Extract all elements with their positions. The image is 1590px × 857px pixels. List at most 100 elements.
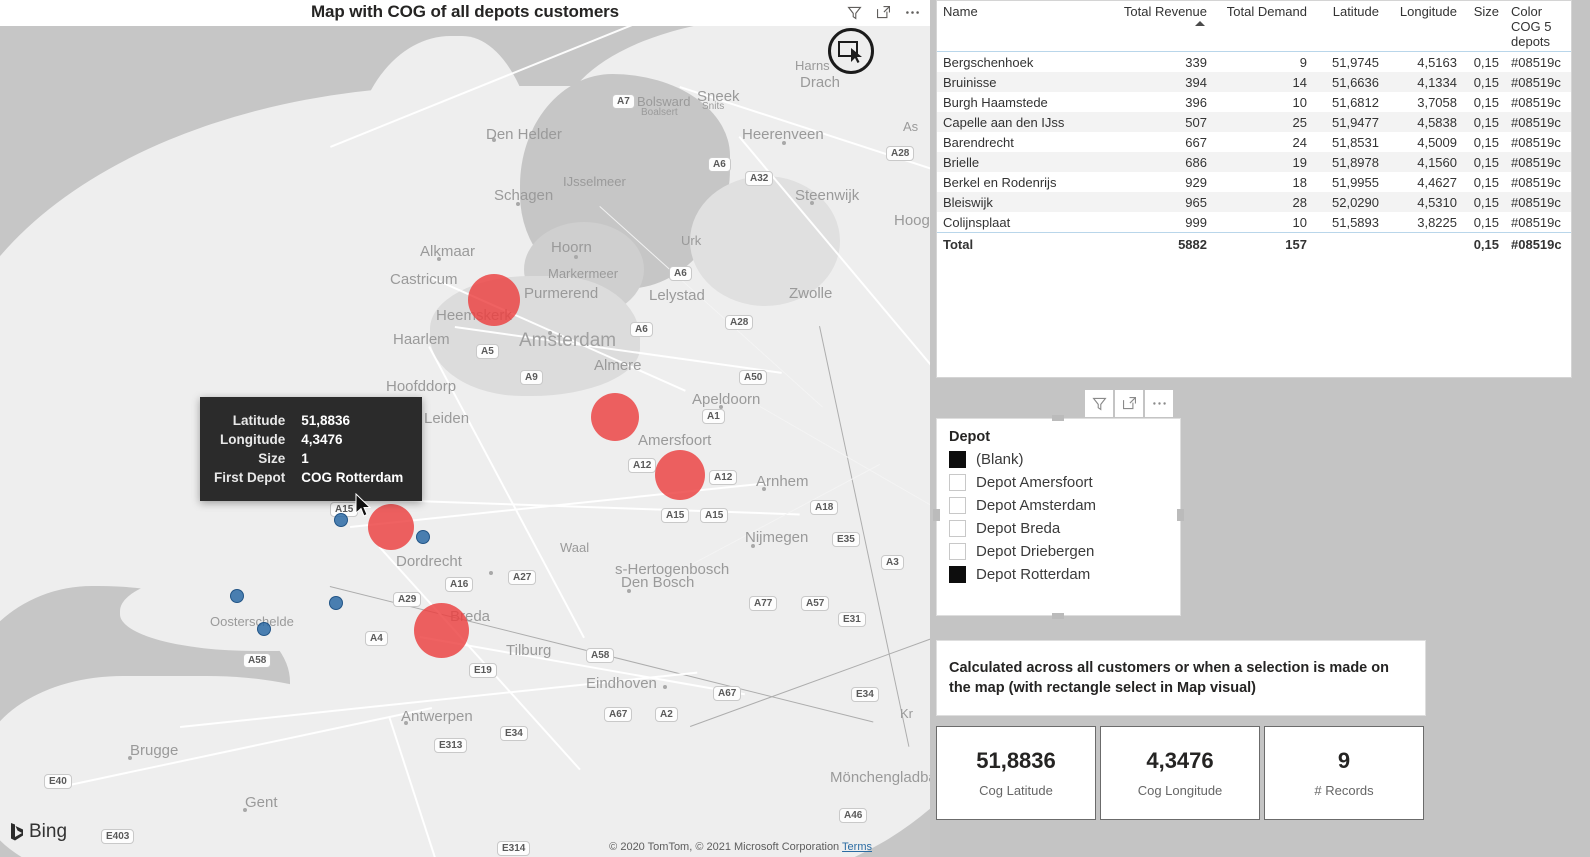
map-city-label: Kr xyxy=(900,706,913,721)
map-visual[interactable]: Map with COG of all depots customers Den… xyxy=(0,0,930,857)
map-road-shield: A32 xyxy=(745,171,774,186)
map-city-label: Amsterdam xyxy=(519,330,617,351)
depot-slicer-visual[interactable]: Depot (Blank) Depot Amersfoort Depot Amste… xyxy=(933,415,1184,619)
map-road-shield: A77 xyxy=(749,596,778,611)
slicer-item[interactable]: Depot Driebergen xyxy=(949,540,1168,563)
map-city-label: Lelystad xyxy=(649,287,705,304)
kpi-card-label: Cog Latitude xyxy=(979,783,1053,798)
table-cell-total-revenue: 394 xyxy=(1105,72,1213,92)
checkbox-checked-icon[interactable] xyxy=(949,566,966,583)
table-column-header-label: Color COG 5 depots xyxy=(1511,4,1552,49)
table-cell-latitude: 51,6636 xyxy=(1313,72,1385,92)
map-city-label: Harns xyxy=(795,58,830,73)
table-cell-size: 0,15 xyxy=(1473,54,1499,70)
table-column-header[interactable]: Name xyxy=(937,1,1105,52)
kpi-card[interactable]: 4,3476 Cog Longitude xyxy=(1100,726,1260,820)
table-row[interactable]: Brielle 686 19 51,8978 4,1560 0,15 #08519c xyxy=(937,152,1571,172)
map-attribution: © 2020 TomTom, © 2021 Microsoft Corporat… xyxy=(609,841,872,853)
rectangle-select-icon xyxy=(838,41,862,63)
table-header-row[interactable]: Name Total Revenue Total Demand Latitude Lon… xyxy=(937,1,1571,52)
kpi-card-label: Cog Longitude xyxy=(1137,783,1223,798)
map-city-label: As xyxy=(903,119,919,134)
map-cog-bubble[interactable] xyxy=(655,450,705,500)
map-cog-bubble[interactable] xyxy=(368,504,414,550)
table-column-header[interactable]: Color COG 5 depots xyxy=(1505,1,1571,52)
map-city-label: Steenwijk xyxy=(795,187,860,204)
slicer-item[interactable]: Depot Rotterdam xyxy=(949,563,1168,586)
table-row[interactable]: Bleiswijk 965 28 52,0290 4,5310 0,15 #08519c xyxy=(937,192,1571,212)
more-options-icon[interactable] xyxy=(1145,390,1173,417)
map-customer-bubble[interactable] xyxy=(329,596,343,610)
resize-handle-right[interactable] xyxy=(1177,509,1184,521)
more-options-icon[interactable] xyxy=(903,3,922,22)
slicer-item[interactable]: Depot Amsterdam xyxy=(949,494,1168,517)
table-column-header-label: Latitude xyxy=(1332,4,1379,19)
table-row[interactable]: Berkel en Rodenrijs 929 18 51,9955 4,4627 0,1… xyxy=(937,172,1571,192)
bing-logo-icon xyxy=(11,823,23,841)
table-cell-color: #08519c xyxy=(1511,174,1561,190)
table-total-cell-color: #08519c xyxy=(1505,232,1571,256)
table-column-header-label: Size xyxy=(1473,4,1499,19)
table-row[interactable]: Burgh Haamstede 396 10 51,6812 3,7058 0,15 #08… xyxy=(937,92,1571,112)
table-cell-latitude: 51,9477 xyxy=(1313,112,1385,132)
kpi-card[interactable]: 9 # Records xyxy=(1264,726,1424,820)
map-city-label: Den Bosch xyxy=(621,574,695,591)
map-city-dot xyxy=(489,571,493,575)
checkbox-checked-icon[interactable] xyxy=(949,451,966,468)
checkbox-unchecked-icon[interactable] xyxy=(949,520,966,537)
map-customer-bubble[interactable] xyxy=(416,530,430,544)
table-column-header[interactable]: Latitude xyxy=(1313,1,1385,52)
slicer-item[interactable]: Depot Breda xyxy=(949,517,1168,540)
map-city-label: Purmerend xyxy=(524,285,599,302)
focus-mode-icon[interactable] xyxy=(874,3,893,22)
bing-logo[interactable]: Bing xyxy=(10,821,67,843)
map-tooltip-value: 51,8836 xyxy=(301,413,351,428)
slicer-visual-toolbar[interactable] xyxy=(1085,390,1173,417)
table-cell-longitude: 3,7058 xyxy=(1417,94,1457,110)
map-customer-bubble[interactable] xyxy=(257,622,271,636)
map-terms-link[interactable]: Terms xyxy=(842,841,872,853)
slicer-item[interactable]: (Blank) xyxy=(949,448,1168,471)
bing-map-canvas[interactable]: Den Helder Harns Bolsward Boalsert Sneek Snit… xyxy=(0,26,930,857)
kpi-card-value: 9 xyxy=(1337,748,1351,773)
rectangle-select-button[interactable] xyxy=(828,28,874,74)
map-city-label: Eindhoven xyxy=(586,675,657,692)
sort-ascending-icon xyxy=(1195,21,1205,26)
slicer-item[interactable]: Depot Amersfoort xyxy=(949,471,1168,494)
table-column-header[interactable]: Total Revenue xyxy=(1105,1,1213,52)
resize-handle-left[interactable] xyxy=(933,509,940,521)
checkbox-unchecked-icon[interactable] xyxy=(949,497,966,514)
table-column-header[interactable]: Longitude xyxy=(1385,1,1463,52)
filter-icon[interactable] xyxy=(1085,390,1113,417)
table-cell-name: Capelle aan den IJss xyxy=(937,112,1105,132)
checkbox-unchecked-icon[interactable] xyxy=(949,543,966,560)
map-customer-bubble[interactable] xyxy=(230,589,244,603)
table-row[interactable]: Bergschenhoek 339 9 51,9745 4,5163 0,15 #08519… xyxy=(937,52,1571,73)
filter-icon[interactable] xyxy=(845,3,864,22)
map-city-label: IJsselmeer xyxy=(563,174,626,189)
map-visual-toolbar[interactable] xyxy=(845,3,922,22)
map-city-label: Waal xyxy=(560,540,590,555)
table-row[interactable]: Capelle aan den IJss 507 25 51,9477 4,5838 0,… xyxy=(937,112,1571,132)
map-city-label: Antwerpen xyxy=(401,708,473,725)
focus-mode-icon[interactable] xyxy=(1115,390,1143,417)
checkbox-unchecked-icon[interactable] xyxy=(949,474,966,491)
map-road-shield: E403 xyxy=(101,829,135,844)
table-column-header[interactable]: Total Demand xyxy=(1213,1,1313,52)
table-row[interactable]: Colijnsplaat 999 10 51,5893 3,8225 0,15 #08519… xyxy=(937,212,1571,233)
table-row[interactable]: Bruinisse 394 14 51,6636 4,1334 0,15 #08519c xyxy=(937,72,1571,92)
map-cog-bubble[interactable] xyxy=(591,393,639,441)
table-row[interactable]: Barendrecht 667 24 51,8531 4,5009 0,15 #08519c xyxy=(937,132,1571,152)
map-cog-bubble[interactable] xyxy=(468,274,520,326)
map-city-label: Hoorn xyxy=(551,239,592,256)
map-road-shield: A16 xyxy=(445,577,474,592)
map-city-label: Almere xyxy=(594,357,642,374)
map-cog-bubble[interactable] xyxy=(414,603,469,658)
table-visual[interactable]: Name Total Revenue Total Demand Latitude Lon… xyxy=(936,0,1572,378)
table-column-header[interactable]: Size xyxy=(1463,1,1505,52)
map-customer-bubble[interactable] xyxy=(334,513,348,527)
map-city-label: Leiden xyxy=(424,410,470,427)
kpi-card[interactable]: 51,8836 Cog Latitude xyxy=(936,726,1096,820)
resize-handle-top[interactable] xyxy=(1052,415,1064,421)
resize-handle-bottom[interactable] xyxy=(1052,613,1064,619)
